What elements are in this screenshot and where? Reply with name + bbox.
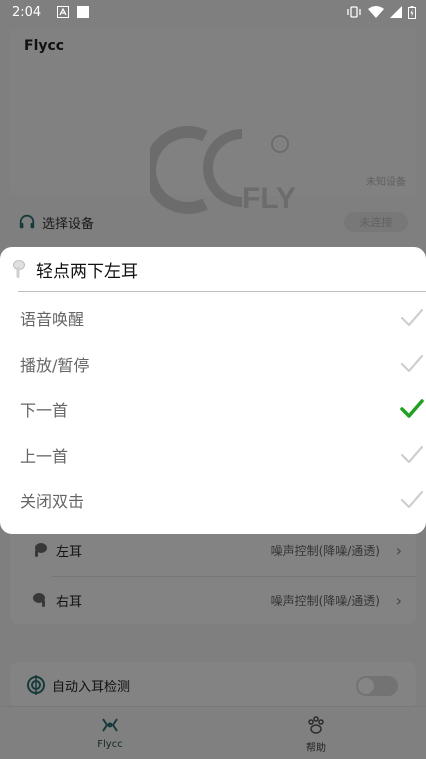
option-row[interactable]: 上一首 [0,432,426,478]
check-icon [400,354,424,372]
option-label: 语音唤醒 [20,310,85,329]
a-notification-icon [57,6,70,18]
option-row[interactable]: 关闭双击 [0,477,426,523]
sheet-header: 轻点两下左耳 [12,257,138,282]
vibrate-icon [347,6,361,18]
square-notification-icon [77,6,90,18]
option-label: 上一首 [20,446,69,466]
wifi-icon [368,6,384,18]
check-icon [400,308,424,327]
option-label: 播放/暂停 [20,355,90,375]
double-tap-left-sheet: 轻点两下左耳 语音唤醒播放/暂停下一首上一首关闭双击 [0,247,426,534]
earbud-icon [13,259,25,278]
check-icon [400,445,424,463]
signal-icon [390,6,402,18]
status-time: 2:04 [12,4,42,20]
option-row[interactable]: 语音唤醒 [0,295,426,341]
option-row[interactable]: 播放/暂停 [0,341,426,387]
option-label: 下一首 [20,401,69,420]
status-bar: 2:04 [0,0,426,24]
check-icon [400,490,424,509]
option-label: 关闭双击 [20,492,85,511]
sheet-divider [18,291,426,292]
battery-icon [408,5,416,19]
option-row[interactable]: 下一首 [0,386,426,432]
sheet-title: 轻点两下左耳 [36,262,138,282]
check-selected-icon [400,399,424,418]
